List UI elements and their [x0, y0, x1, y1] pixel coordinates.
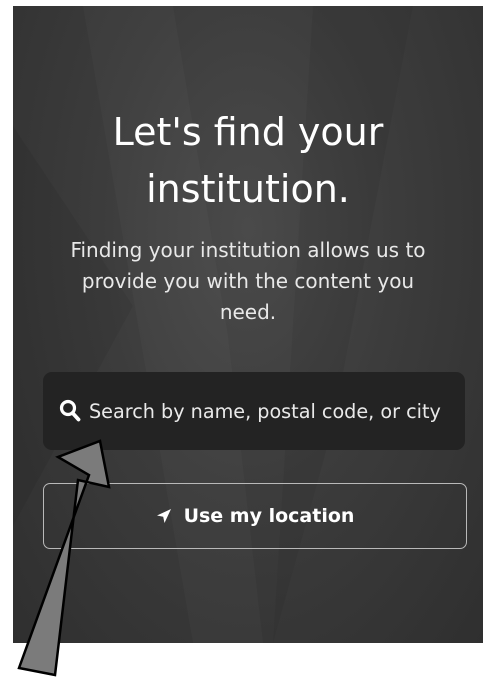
- search-icon: [59, 399, 81, 423]
- page-title-line-2: institution.: [146, 167, 350, 211]
- search-bar[interactable]: [43, 372, 465, 450]
- search-input[interactable]: [89, 399, 465, 423]
- page: Let's find your institution. Finding you…: [0, 0, 487, 681]
- page-title-line-1: Let's find your: [112, 110, 384, 154]
- page-description: Finding your institution allows us to pr…: [70, 238, 426, 324]
- page-title: Let's find your institution.: [13, 104, 483, 218]
- location-arrow-icon: [156, 508, 172, 524]
- use-my-location-label: Use my location: [183, 505, 355, 527]
- institution-finder-screen: Let's find your institution. Finding you…: [13, 6, 483, 643]
- use-my-location-button[interactable]: Use my location: [43, 483, 467, 549]
